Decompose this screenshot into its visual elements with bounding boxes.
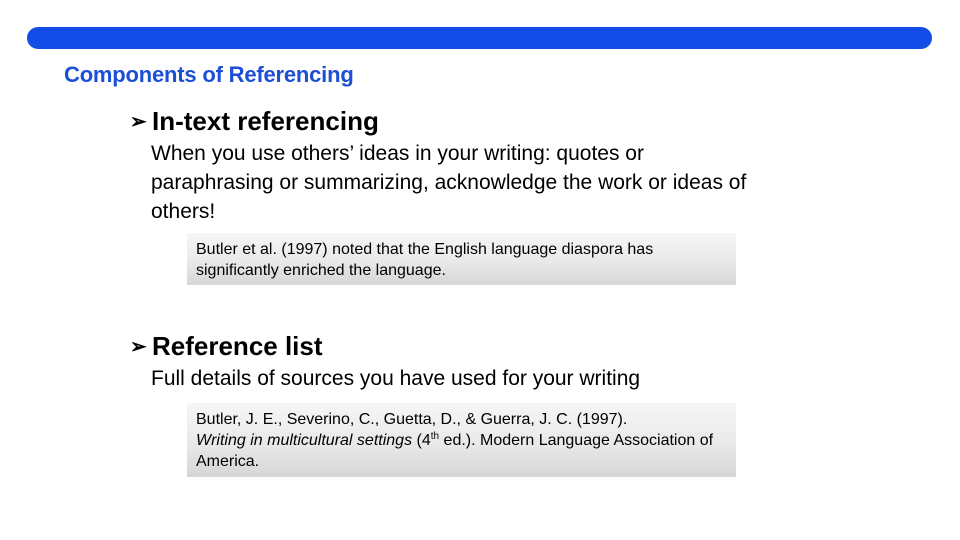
example-box-reference-list: Butler, J. E., Severino, C., Guetta, D.,… [187, 403, 736, 477]
reference-authors: Butler, J. E., Severino, C., Guetta, D.,… [196, 411, 628, 428]
arrowhead-bullet-icon: ➢ [130, 336, 147, 358]
slide-title: Components of Referencing [64, 62, 354, 87]
example-text: Butler et al. (1997) noted that the Engl… [196, 241, 654, 279]
reference-edition-sup: th [430, 431, 440, 442]
example-box-in-text: Butler et al. (1997) noted that the Engl… [187, 233, 736, 285]
section-description-reference-list: Full details of sources you have used fo… [151, 367, 641, 390]
section-heading-reference-list: ➢ Reference list [130, 331, 323, 362]
section-heading-label: In-text referencing [152, 106, 379, 136]
section-heading-in-text: ➢ In-text referencing [130, 106, 379, 137]
reference-edition-open: (4 [412, 432, 431, 449]
arrowhead-bullet-icon: ➢ [130, 111, 147, 133]
section-description-in-text: When you use others’ ideas in your writi… [151, 142, 747, 223]
reference-book-title: Writing in multicultural settings [196, 432, 413, 449]
header-accent-bar [27, 27, 932, 49]
section-heading-label: Reference list [152, 331, 323, 361]
